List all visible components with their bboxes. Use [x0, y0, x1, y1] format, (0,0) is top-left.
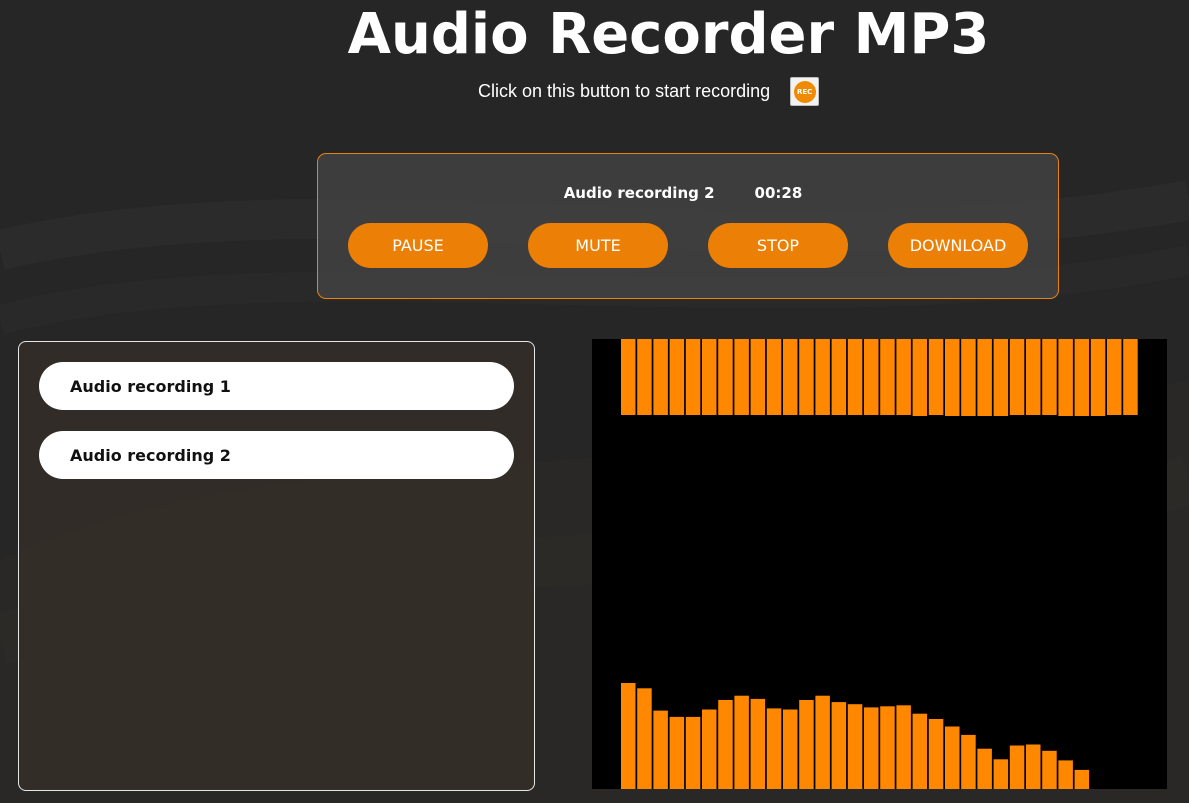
visualizer-bar-bottom — [961, 734, 976, 789]
visualizer-bar-bottom — [847, 704, 863, 789]
record-prompt: Click on this button to start recording … — [478, 77, 820, 106]
visualizer-bar-bottom — [799, 700, 814, 789]
download-button[interactable]: DOWNLOAD — [888, 223, 1028, 268]
visualizer-canvas — [621, 339, 1138, 789]
visualizer-bar-bottom — [702, 709, 717, 789]
visualizer-bar-top — [685, 339, 701, 415]
visualizer-bar-top — [750, 339, 766, 415]
visualizer-bar-top — [847, 339, 863, 415]
visualizer-bar-bottom — [685, 716, 701, 789]
recording-status: Audio recording 2 00:28 — [318, 184, 1058, 202]
visualizer-bar-top — [1074, 339, 1090, 416]
visualizer-bar-bottom — [928, 719, 944, 789]
record-instructions: Click on this button to start recording — [478, 81, 771, 101]
visualizer-bar-bottom — [734, 695, 749, 789]
visualizer-bar-top — [653, 339, 668, 415]
visualizer-bar-bottom — [977, 748, 992, 789]
visualizer-bar-top — [1009, 339, 1025, 415]
record-button[interactable]: REC — [790, 77, 820, 106]
visualizer-bar-top — [945, 339, 960, 416]
visualizer-bar-bottom — [718, 700, 733, 789]
visualizer-bar-top — [669, 339, 685, 415]
visualizer-bar-bottom — [912, 713, 928, 789]
pause-button[interactable]: PAUSE — [348, 223, 488, 268]
visualizer-bar-top — [928, 339, 944, 415]
visualizer-bar-bottom — [637, 688, 652, 789]
audio-visualizer — [592, 339, 1167, 789]
visualizer-bar-bottom — [945, 726, 960, 789]
visualizer-bar-top — [734, 339, 749, 415]
visualizer-bar-bottom — [669, 716, 685, 789]
visualizer-bar-top — [1107, 339, 1122, 415]
visualizer-bar-bottom — [880, 706, 895, 789]
visualizer-bar-top — [864, 339, 879, 415]
visualizer-bar-top — [1026, 339, 1041, 415]
stop-button[interactable]: STOP — [708, 223, 848, 268]
visualizer-bar-top — [896, 339, 911, 415]
page-title: Audio Recorder MP3 — [347, 2, 990, 67]
visualizer-bar-top — [912, 339, 928, 416]
visualizer-bar-bottom — [864, 707, 879, 789]
recording-list-item-2[interactable]: Audio recording 2 — [39, 431, 514, 479]
current-recording-name: Audio recording 2 — [563, 184, 715, 202]
visualizer-bar-top — [799, 339, 814, 415]
visualizer-bar-bottom — [1058, 760, 1073, 789]
visualizer-bar-top — [1042, 339, 1057, 415]
visualizer-bar-top — [1058, 339, 1073, 416]
visualizer-bar-bottom — [815, 695, 830, 789]
visualizer-bar-top — [880, 339, 895, 415]
visualizer-bar-bottom — [1026, 744, 1041, 789]
visualizer-bar-top — [702, 339, 717, 415]
visualizer-bar-bottom — [831, 702, 847, 789]
control-buttons: PAUSE MUTE STOP DOWNLOAD — [348, 223, 1028, 268]
recording-list-item-1[interactable]: Audio recording 1 — [39, 362, 514, 410]
visualizer-bar-top — [766, 339, 782, 415]
visualizer-bar-bottom — [1074, 769, 1090, 789]
visualizer-bar-top — [993, 339, 1009, 416]
visualizer-bar-top — [815, 339, 830, 415]
visualizer-bar-bottom — [1042, 750, 1057, 789]
visualizer-bar-bottom — [1009, 745, 1025, 789]
visualizer-bar-top — [977, 339, 992, 416]
visualizer-bar-bottom — [750, 698, 766, 789]
visualizer-bar-top — [718, 339, 733, 415]
visualizer-bar-top — [961, 339, 976, 416]
visualizer-bar-bottom — [896, 705, 911, 789]
visualizer-bar-bottom — [783, 709, 798, 789]
visualizer-bar-top — [1123, 339, 1138, 415]
recording-timer: 00:28 — [754, 184, 803, 202]
visualizer-bar-bottom — [993, 759, 1009, 789]
recordings-list: Audio recording 1 Audio recording 2 — [18, 341, 535, 791]
visualizer-bar-top — [831, 339, 847, 415]
visualizer-bar-top — [1090, 339, 1106, 416]
visualizer-bar-top — [637, 339, 652, 415]
visualizer-bar-bottom — [766, 708, 782, 789]
mute-button[interactable]: MUTE — [528, 223, 668, 268]
recording-controls-panel: Audio recording 2 00:28 PAUSE MUTE STOP … — [317, 153, 1059, 299]
visualizer-bar-top — [621, 339, 636, 415]
visualizer-bar-bottom — [621, 683, 636, 789]
visualizer-bar-top — [783, 339, 798, 415]
visualizer-bar-bottom — [653, 710, 668, 789]
record-icon: REC — [793, 80, 816, 103]
